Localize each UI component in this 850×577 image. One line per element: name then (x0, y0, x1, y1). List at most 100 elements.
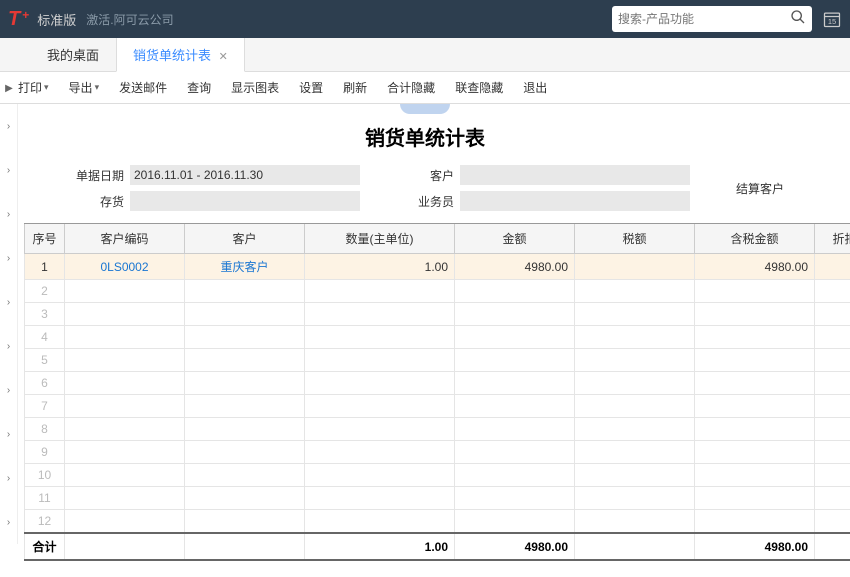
total-qty: 1.00 (305, 533, 455, 560)
query-button[interactable]: 查询 (177, 79, 221, 96)
cell-seq: 8 (25, 418, 65, 441)
filter-bar: 单据日期 存货 客户 业务员 结算客户 (0, 161, 850, 215)
table-row[interactable]: 9 (25, 441, 850, 464)
refresh-button[interactable]: 刷新 (333, 79, 377, 96)
cell-qty: 1.00 (305, 254, 455, 280)
inventory-label: 存货 (60, 193, 130, 210)
side-chevron-icon[interactable]: › (0, 324, 18, 368)
table-row[interactable]: 7 (25, 395, 850, 418)
table-total-row: 合计 1.00 4980.00 4980.00 (25, 533, 850, 560)
search-icon[interactable] (790, 9, 806, 30)
table-header-row: 序号 客户编码 客户 数量(主单位) 金额 税额 含税金额 折扣 (25, 224, 850, 254)
edition-label: 标准版 (37, 10, 76, 29)
table-row[interactable]: 3 (25, 303, 850, 326)
cell-code-link[interactable]: 0LS0002 (65, 254, 185, 280)
tab-sales-report[interactable]: 销货单统计表 ✕ (116, 37, 245, 72)
side-chevron-icon[interactable]: › (0, 456, 18, 500)
close-icon[interactable]: ✕ (219, 51, 228, 63)
cell-seq: 4 (25, 326, 65, 349)
cell-seq: 12 (25, 510, 65, 534)
col-discount[interactable]: 折扣 (815, 224, 850, 254)
settle-customer-label: 结算客户 (730, 180, 790, 197)
settings-button[interactable]: 设置 (289, 79, 333, 96)
cell-tax (575, 254, 695, 280)
cell-seq: 7 (25, 395, 65, 418)
table-row[interactable]: 1 0LS0002 重庆客户 1.00 4980.00 4980.00 (25, 254, 850, 280)
cell-tax-amount: 4980.00 (695, 254, 815, 280)
cell-seq: 3 (25, 303, 65, 326)
drag-handle-icon[interactable] (400, 104, 450, 114)
col-amount[interactable]: 金额 (455, 224, 575, 254)
data-table: 序号 客户编码 客户 数量(主单位) 金额 税额 含税金额 折扣 1 0LS00… (24, 223, 850, 561)
side-chevron-icon[interactable]: › (0, 500, 18, 544)
tab-label: 销货单统计表 (133, 48, 211, 63)
search-input[interactable] (618, 12, 790, 26)
chevron-down-icon: ▾ (44, 82, 49, 93)
tab-label: 我的桌面 (47, 48, 99, 63)
cell-seq: 5 (25, 349, 65, 372)
company-label: 激活.阿可云公司 (86, 11, 173, 28)
col-qty[interactable]: 数量(主单位) (305, 224, 455, 254)
col-tax-amount[interactable]: 含税金额 (695, 224, 815, 254)
toolbar: ▶ 打印▾ 导出▾ 发送邮件 查询 显示图表 设置 刷新 合计隐藏 联查隐藏 退… (0, 72, 850, 104)
cell-seq: 1 (25, 254, 65, 280)
col-seq[interactable]: 序号 (25, 224, 65, 254)
svg-text:15: 15 (828, 17, 836, 26)
customer-label: 客户 (400, 167, 460, 184)
tab-desktop[interactable]: 我的桌面 (30, 37, 116, 72)
search-box[interactable] (612, 6, 812, 32)
total-tax-amount: 4980.00 (695, 533, 815, 560)
salesman-label: 业务员 (400, 193, 460, 210)
inventory-input[interactable] (130, 191, 360, 211)
cell-amount: 4980.00 (455, 254, 575, 280)
cell-seq: 9 (25, 441, 65, 464)
report-title-area: 销货单统计表 (0, 104, 850, 161)
total-tax (575, 533, 695, 560)
customer-input[interactable] (460, 165, 690, 185)
sidebar-toggle[interactable]: ▶ (0, 72, 18, 104)
table-row[interactable]: 12 (25, 510, 850, 534)
chevron-down-icon: ▾ (95, 82, 100, 93)
table-row[interactable]: 6 (25, 372, 850, 395)
total-amount: 4980.00 (455, 533, 575, 560)
cell-seq: 11 (25, 487, 65, 510)
top-bar: T + 标准版 激活.阿可云公司 15 (0, 0, 850, 38)
table-row[interactable]: 8 (25, 418, 850, 441)
doc-date-input[interactable] (130, 165, 360, 185)
content: › › › › › › › › › › 销货单统计表 单据日期 存货 客户 (0, 104, 850, 561)
table-row[interactable]: 4 (25, 326, 850, 349)
col-tax[interactable]: 税额 (575, 224, 695, 254)
side-chevron-icon[interactable]: › (0, 368, 18, 412)
cell-seq: 10 (25, 464, 65, 487)
doc-date-label: 单据日期 (60, 167, 130, 184)
tab-bar: 我的桌面 销货单统计表 ✕ (0, 38, 850, 72)
table-row[interactable]: 10 (25, 464, 850, 487)
exit-button[interactable]: 退出 (513, 79, 557, 96)
calendar-icon[interactable]: 15 (822, 9, 842, 29)
table-row[interactable]: 11 (25, 487, 850, 510)
side-markers: › › › › › › › › › › (0, 104, 18, 544)
cell-seq: 2 (25, 280, 65, 303)
side-chevron-icon[interactable]: › (0, 192, 18, 236)
logo-plus-icon: + (22, 8, 29, 22)
hide-total-button[interactable]: 合计隐藏 (377, 79, 445, 96)
salesman-input[interactable] (460, 191, 690, 211)
export-button[interactable]: 导出▾ (59, 79, 110, 96)
report-title: 销货单统计表 (365, 128, 485, 150)
col-customer[interactable]: 客户 (185, 224, 305, 254)
cell-seq: 6 (25, 372, 65, 395)
side-chevron-icon[interactable]: › (0, 412, 18, 456)
logo-t-icon: T (8, 8, 20, 31)
send-mail-button[interactable]: 发送邮件 (109, 79, 177, 96)
table-row[interactable]: 5 (25, 349, 850, 372)
table-row[interactable]: 2 (25, 280, 850, 303)
show-chart-button[interactable]: 显示图表 (221, 79, 289, 96)
cell-customer-link[interactable]: 重庆客户 (185, 254, 305, 280)
side-chevron-icon[interactable]: › (0, 236, 18, 280)
hide-link-button[interactable]: 联查隐藏 (445, 79, 513, 96)
total-label: 合计 (25, 533, 65, 560)
cell-discount (815, 254, 850, 280)
col-customer-code[interactable]: 客户编码 (65, 224, 185, 254)
side-chevron-icon[interactable]: › (0, 280, 18, 324)
logo: T + 标准版 激活.阿可云公司 (8, 8, 174, 31)
